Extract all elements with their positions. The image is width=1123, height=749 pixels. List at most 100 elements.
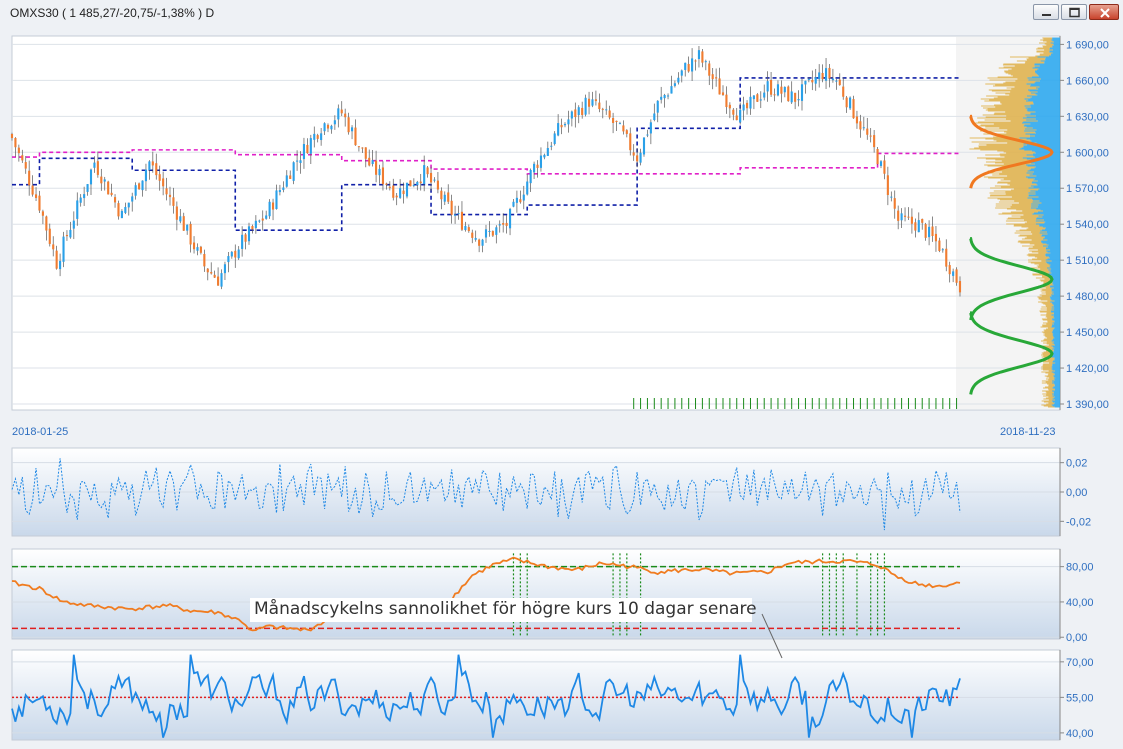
candle-down <box>921 218 924 223</box>
candle-up <box>526 181 529 195</box>
candle-up <box>416 181 419 186</box>
candle-up <box>148 161 151 170</box>
price-ytick-label: 1 600,00 <box>1066 147 1109 159</box>
candle-up <box>399 188 402 198</box>
candle-down <box>426 167 429 175</box>
candle-up <box>739 109 742 123</box>
candle-down <box>316 135 319 139</box>
candle-down <box>811 80 814 83</box>
candle-down <box>612 117 615 123</box>
candle-down <box>182 216 185 231</box>
candle-down <box>113 197 117 203</box>
candle-down <box>162 178 165 187</box>
candle-down <box>199 246 202 253</box>
candle-up <box>952 271 955 276</box>
candle-down <box>910 216 913 224</box>
candle-up <box>928 226 931 238</box>
price-panel-frame <box>11 35 1061 411</box>
candle-down <box>138 183 141 190</box>
candle-up <box>296 160 299 162</box>
candle-up <box>550 145 553 147</box>
candle-up <box>495 227 498 235</box>
oscillator-panel-ytick-label: 55,00 <box>1066 692 1094 704</box>
candle-down <box>31 185 34 195</box>
candle-up <box>666 95 670 97</box>
candle-down <box>945 248 948 267</box>
candle-up <box>299 160 302 163</box>
candle-down <box>34 194 38 198</box>
candle-up <box>783 87 786 93</box>
candle-down <box>708 63 711 76</box>
candle-up <box>677 77 680 83</box>
price-ytick-label: 1 480,00 <box>1066 291 1109 303</box>
candle-up <box>127 202 130 208</box>
candle-down <box>192 242 196 250</box>
candle-down <box>203 253 206 267</box>
chart-window: OMXS30 ( 1 485,27/-20,75/-1,38% ) D 1 39… <box>0 0 1123 749</box>
candle-down <box>745 102 749 109</box>
candle-down <box>45 216 48 231</box>
price-ytick-label: 1 450,00 <box>1066 327 1109 339</box>
candle-up <box>378 168 381 176</box>
candle-up <box>639 152 642 163</box>
candle-down <box>217 276 220 286</box>
candle-down <box>587 98 591 107</box>
candle-up <box>539 155 543 168</box>
candle-up <box>797 98 800 101</box>
candle-down <box>958 281 962 293</box>
candle-down <box>852 99 855 119</box>
candle-down <box>340 109 343 114</box>
candle-down <box>711 74 714 80</box>
candle-up <box>818 72 821 80</box>
candle-up <box>186 224 189 231</box>
candle-up <box>282 187 285 190</box>
candle-down <box>828 67 831 79</box>
returns-panel: -0,02 0,00 0,02 <box>11 447 1091 537</box>
candle-down <box>52 244 55 250</box>
candle-up <box>268 201 271 217</box>
candle-up <box>481 239 484 246</box>
candle-up <box>89 169 93 185</box>
candle-down <box>687 63 690 72</box>
price-ytick-label: 1 540,00 <box>1066 219 1109 231</box>
candle-up <box>134 185 137 196</box>
candle-down <box>536 164 539 168</box>
candle-up <box>237 249 240 259</box>
returns-panel-ytick-label: 0,02 <box>1066 458 1087 470</box>
candle-up <box>653 113 656 121</box>
candle-up <box>759 99 762 101</box>
candle-down <box>344 113 347 118</box>
candle-up <box>120 210 123 219</box>
candle-up <box>59 260 62 270</box>
candle-up <box>691 58 694 72</box>
candle-down <box>38 195 41 211</box>
candle-up <box>223 264 227 274</box>
candle-up <box>646 134 649 136</box>
candle-down <box>955 269 958 283</box>
probability-panel-ytick-label: 0,00 <box>1066 632 1087 644</box>
candle-up <box>124 206 127 213</box>
candle-down <box>502 223 505 225</box>
candle-up <box>557 123 560 136</box>
candle-down <box>168 194 172 198</box>
candle-down <box>357 146 360 148</box>
candle-down <box>289 175 292 179</box>
candle-up <box>577 107 580 116</box>
candle-down <box>165 188 168 195</box>
candle-down <box>615 120 618 122</box>
candle-down <box>838 79 841 86</box>
candle-down <box>306 144 309 154</box>
candle-down <box>21 155 24 161</box>
candle-down <box>491 231 494 236</box>
candle-down <box>876 149 879 165</box>
candle-down <box>392 185 395 198</box>
candle-up <box>649 122 652 134</box>
candle-up <box>900 213 903 221</box>
candle-up <box>752 95 755 100</box>
candle-down <box>601 108 604 110</box>
candle-up <box>749 96 752 109</box>
candle-down <box>794 92 797 102</box>
candle-up <box>86 184 89 192</box>
candle-down <box>151 161 154 166</box>
candle-down <box>893 198 896 209</box>
